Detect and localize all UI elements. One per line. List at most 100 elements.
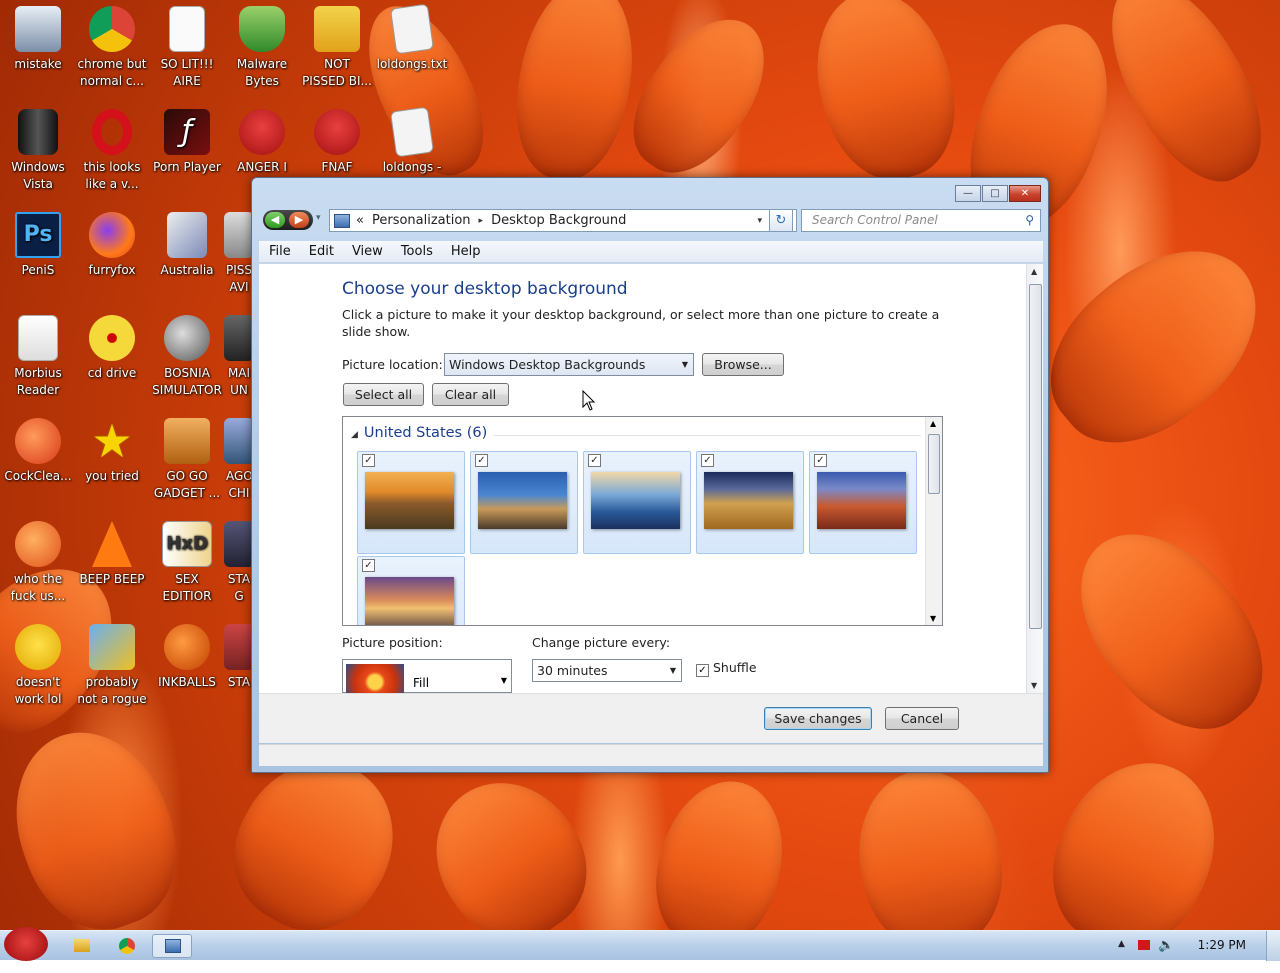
picture-tile[interactable]: ✓ xyxy=(470,451,578,554)
status-bar xyxy=(259,744,1043,766)
close-button[interactable]: ✕ xyxy=(1009,185,1041,202)
taskbar-control-panel-button[interactable] xyxy=(152,934,192,958)
gallery-scroll-thumb[interactable] xyxy=(928,434,940,494)
picture-checkbox[interactable]: ✓ xyxy=(814,454,827,467)
change-interval-select[interactable]: 30 minutes ▼ xyxy=(532,659,682,682)
forward-button[interactable]: ▶ xyxy=(289,212,309,228)
chrome-icon xyxy=(119,938,135,954)
breadcrumb-desktop-background[interactable]: Desktop Background xyxy=(491,213,626,228)
picture-tile[interactable]: ✓ xyxy=(583,451,691,554)
show-hidden-icon[interactable]: ▲ xyxy=(1118,939,1125,949)
maximize-button[interactable]: □ xyxy=(982,185,1008,202)
address-bar[interactable]: « Personalization ▸ Desktop Background ▾ xyxy=(329,209,797,232)
picture-thumbnail xyxy=(704,472,793,529)
content-scroll-thumb[interactable] xyxy=(1029,284,1042,629)
desktop-icon[interactable]: STA xyxy=(224,624,254,724)
wallpaper-petal xyxy=(797,0,973,194)
clock[interactable]: 1:29 PM xyxy=(1198,938,1246,952)
desktop-icon[interactable]: AGO CHI xyxy=(224,418,254,518)
address-history-dropdown[interactable]: ▾ xyxy=(757,216,762,226)
system-tray: ▲ 🔈 1:29 PM xyxy=(1110,931,1280,961)
desktop-icon-label: SEX EDITIOR xyxy=(162,572,212,603)
refresh-button[interactable]: ↻ xyxy=(769,209,793,232)
desktop-icon[interactable]: MAI UN xyxy=(224,315,254,415)
picture-tile[interactable]: ✓ xyxy=(696,451,804,554)
desktop-icon[interactable]: SO LIT!!! AIRE xyxy=(149,6,225,106)
scroll-up-icon[interactable]: ▲ xyxy=(930,419,936,428)
desktop-icon[interactable]: Windows Vista xyxy=(0,109,76,209)
shuffle-checkbox[interactable]: ✓ xyxy=(696,664,709,677)
desktop-icon[interactable]: Morbius Reader xyxy=(0,315,76,415)
cancel-button[interactable]: Cancel xyxy=(885,707,959,730)
back-button[interactable]: ◀ xyxy=(265,212,285,228)
desktop-icon[interactable]: this looks like a v... xyxy=(74,109,150,209)
search-input[interactable]: Search Control Panel ⚲ xyxy=(801,209,1041,232)
picture-checkbox[interactable]: ✓ xyxy=(588,454,601,467)
desktop-icon[interactable]: mistake xyxy=(0,6,76,106)
search-icon[interactable]: ⚲ xyxy=(1025,210,1034,231)
start-button[interactable] xyxy=(4,927,48,961)
menu-file[interactable]: File xyxy=(269,244,291,259)
menu-view[interactable]: View xyxy=(352,244,383,259)
desktop-icon[interactable]: BOSNIA SIMULATOR xyxy=(149,315,225,415)
desktop-icon[interactable]: loldongs.txt xyxy=(374,3,450,106)
desktop-icon[interactable]: probably not a rogue xyxy=(74,624,150,724)
menu-help[interactable]: Help xyxy=(451,244,481,259)
desktop-icon[interactable]: Ps PeniS xyxy=(0,212,76,312)
address-overflow-chevron[interactable]: « xyxy=(356,213,364,228)
recent-pages-dropdown[interactable]: ▾ xyxy=(316,213,321,223)
breadcrumb-personalization[interactable]: Personalization xyxy=(372,213,471,228)
gallery-scrollbar[interactable]: ▲ ▼ xyxy=(925,417,942,625)
desktop-icon[interactable]: INKBALLS xyxy=(149,624,225,724)
spiked-ball-icon xyxy=(164,315,210,361)
picture-checkbox[interactable]: ✓ xyxy=(362,559,375,572)
scroll-down-icon[interactable]: ▼ xyxy=(930,614,936,623)
picture-checkbox[interactable]: ✓ xyxy=(475,454,488,467)
desktop-icon[interactable]: NOT PISSED BI... xyxy=(299,6,375,106)
scroll-up-icon[interactable]: ▲ xyxy=(1031,267,1037,276)
ccleaner-icon xyxy=(15,418,61,464)
desktop-icon[interactable]: who the fuck us... xyxy=(0,521,76,621)
desktop-icon[interactable]: Australia xyxy=(149,212,225,312)
picture-checkbox[interactable]: ✓ xyxy=(362,454,375,467)
menu-edit[interactable]: Edit xyxy=(309,244,334,259)
picture-tile[interactable]: ✓ xyxy=(357,451,465,554)
picture-tile[interactable]: ✓ xyxy=(809,451,917,554)
desktop-icon[interactable]: Malware Bytes xyxy=(224,6,300,106)
desktop-icon[interactable]: cd drive xyxy=(74,315,150,415)
desktop-icon[interactable]: PISS AVI xyxy=(224,212,254,312)
menu-tools[interactable]: Tools xyxy=(401,244,433,259)
desktop-icon[interactable]: ★ you tried xyxy=(74,418,150,518)
collapse-icon[interactable]: ◢ xyxy=(351,430,358,440)
show-desktop-button[interactable] xyxy=(1266,931,1280,961)
desktop-icon[interactable]: doesn't work lol xyxy=(0,624,76,724)
content-scrollbar[interactable]: ▲ ▼ xyxy=(1026,264,1043,693)
desktop-icon[interactable]: furryfox xyxy=(74,212,150,312)
browse-button[interactable]: Browse... xyxy=(702,353,784,376)
scroll-down-icon[interactable]: ▼ xyxy=(1031,681,1037,690)
wallpaper-petal xyxy=(0,710,200,950)
taskbar-explorer-button[interactable] xyxy=(62,934,102,958)
breadcrumb-separator-icon[interactable]: ▸ xyxy=(479,216,484,226)
desktop-icon[interactable]: CockClea... xyxy=(0,418,76,518)
picture-location-select[interactable]: Windows Desktop Backgrounds ▼ xyxy=(444,353,694,376)
desktop-icon[interactable]: BEEP BEEP xyxy=(74,521,150,621)
save-changes-button[interactable]: Save changes xyxy=(764,707,872,730)
chevron-down-icon: ▼ xyxy=(669,666,677,675)
picture-position-select[interactable]: Fill ▼ xyxy=(342,659,512,693)
desktop-icon[interactable]: HxD SEX EDITIOR xyxy=(149,521,225,621)
minimize-button[interactable]: — xyxy=(955,185,981,202)
desktop-icon[interactable]: GO GO GADGET ... xyxy=(149,418,225,518)
picture-tile[interactable]: ✓ xyxy=(357,556,465,625)
group-header[interactable]: ◢ United States (6) xyxy=(351,425,487,441)
volume-icon[interactable]: 🔈 xyxy=(1158,938,1174,953)
desktop-icon[interactable]: STA G xyxy=(224,521,254,621)
desktop-icon[interactable]: ƒ Porn Player xyxy=(149,109,225,209)
flag-icon[interactable] xyxy=(1138,940,1150,950)
window-controls: — □ ✕ xyxy=(954,185,1041,202)
clear-all-button[interactable]: Clear all xyxy=(432,383,509,406)
select-all-button[interactable]: Select all xyxy=(343,383,424,406)
desktop-icon[interactable]: chrome but normal c... xyxy=(74,6,150,106)
picture-checkbox[interactable]: ✓ xyxy=(701,454,714,467)
taskbar-chrome-button[interactable] xyxy=(107,934,147,958)
